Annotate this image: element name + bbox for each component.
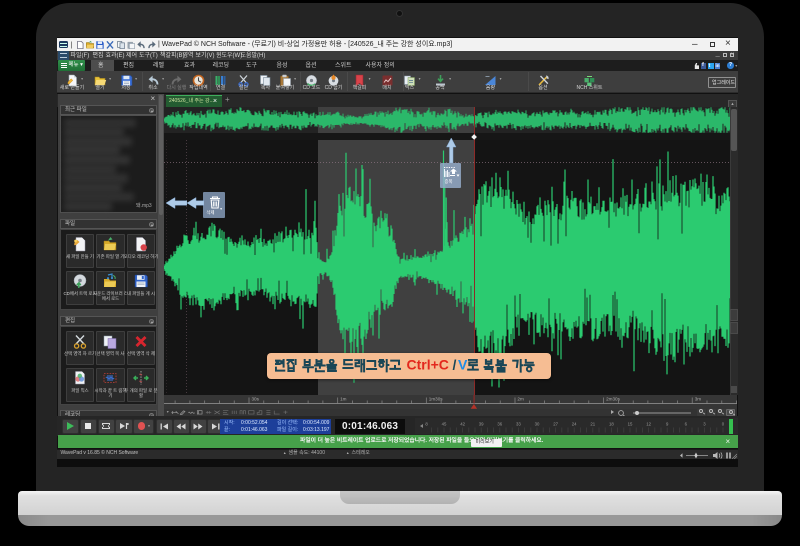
svg-text:0: 0 (722, 422, 725, 427)
svg-text:30: 30 (535, 422, 540, 427)
svg-text:45: 45 (442, 422, 447, 427)
svg-text:3: 3 (703, 422, 706, 427)
svg-text:1m: 1m (340, 396, 347, 401)
svg-text:/: / (453, 359, 457, 373)
svg-text:18: 18 (609, 422, 614, 427)
svg-text:15: 15 (628, 422, 633, 427)
svg-text:9: 9 (666, 422, 669, 427)
svg-text:Ctrl+C: Ctrl+C (407, 359, 449, 373)
svg-text:12: 12 (646, 422, 651, 427)
svg-text:36: 36 (497, 422, 502, 427)
svg-text:2m: 2m (517, 396, 524, 401)
svg-text:27: 27 (553, 422, 558, 427)
svg-text:39: 39 (479, 422, 484, 427)
svg-text:48: 48 (425, 422, 428, 427)
svg-text:6: 6 (685, 422, 688, 427)
svg-text:33: 33 (516, 422, 521, 427)
svg-text:3m: 3m (695, 396, 702, 401)
svg-text:2m30s: 2m30s (606, 396, 620, 401)
svg-text:1m30s: 1m30s (429, 396, 443, 401)
svg-text:42: 42 (460, 422, 465, 427)
svg-text:30s: 30s (252, 396, 260, 401)
svg-text:21: 21 (590, 422, 595, 427)
svg-text:24: 24 (572, 422, 577, 427)
svg-text:V: V (458, 359, 468, 373)
